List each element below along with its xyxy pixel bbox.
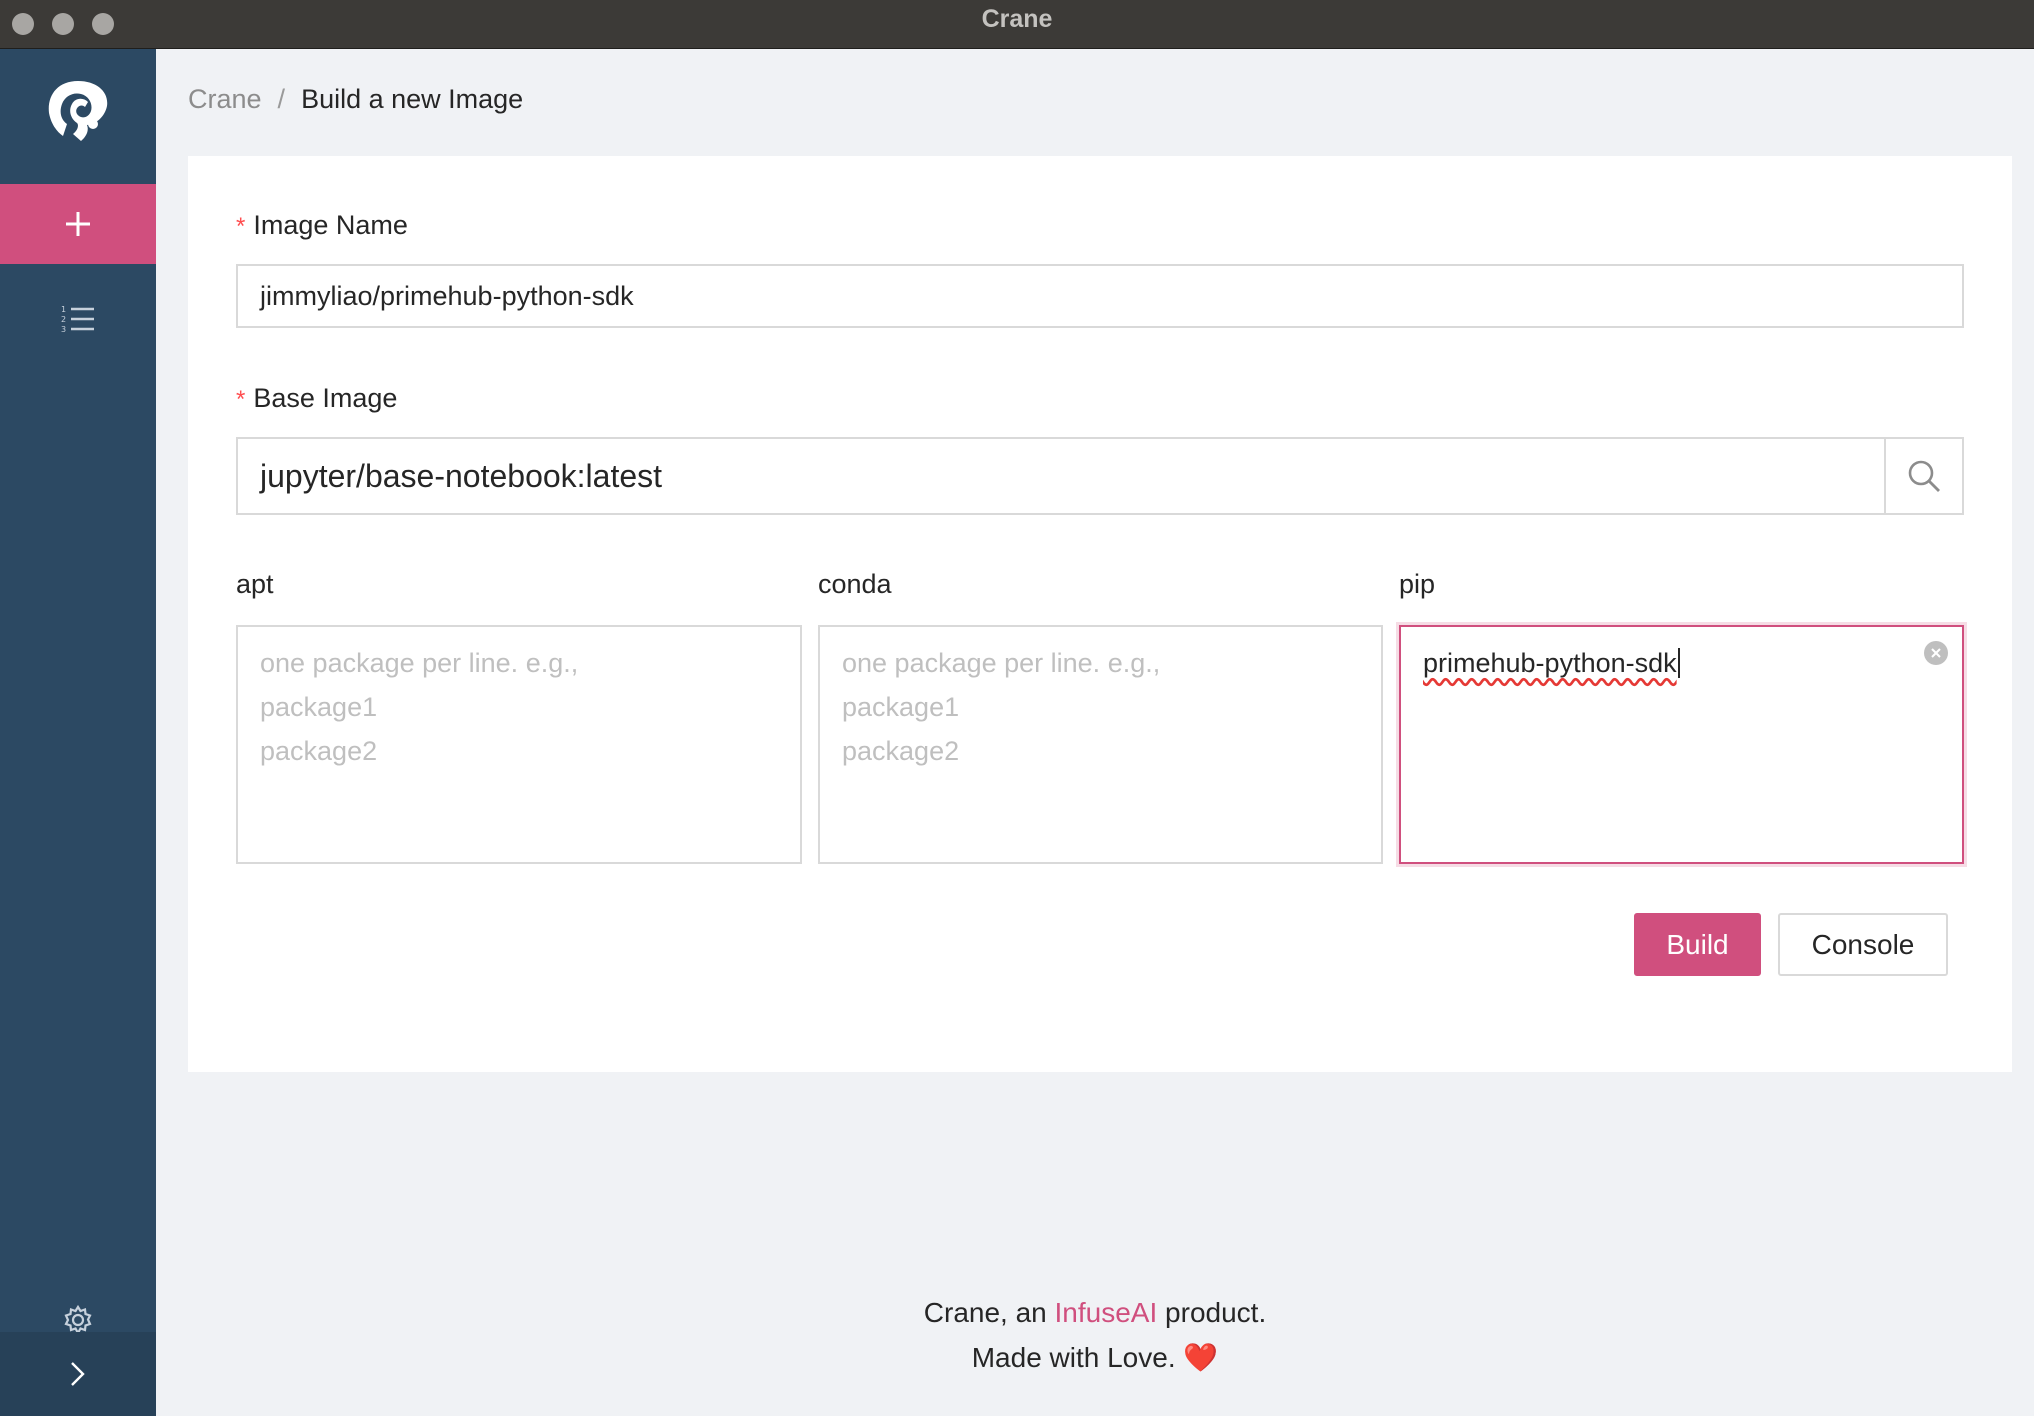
image-name-input[interactable]: jimmyliao/primehub-python-sdk (236, 264, 1964, 328)
apt-textarea[interactable]: one package per line. e.g., package1 pac… (236, 625, 802, 864)
window-title: Crane (981, 5, 1053, 33)
base-image-search-button[interactable] (1884, 437, 1964, 515)
window-titlebar: Crane (0, 0, 2034, 49)
conda-textarea[interactable]: one package per line. e.g., package1 pac… (818, 625, 1383, 864)
image-name-label: * Image Name (236, 210, 408, 241)
infuseai-link[interactable]: InfuseAI (1055, 1297, 1158, 1328)
heart-icon: ❤️ (1183, 1342, 1219, 1373)
base-image-label: * Base Image (236, 383, 397, 414)
chevron-right-icon (71, 1362, 85, 1386)
required-mark: * (236, 213, 246, 240)
svg-text:3: 3 (61, 325, 66, 333)
console-button[interactable]: Console (1778, 913, 1948, 976)
ordered-list-icon: 1 2 3 (61, 305, 94, 333)
crane-logo-icon[interactable] (45, 76, 111, 146)
svg-text:1: 1 (61, 305, 66, 314)
footer-line-1: Crane, an InfuseAI product. (156, 1297, 2034, 1329)
clear-icon[interactable] (1924, 641, 1948, 665)
sidebar-item-new-image[interactable] (0, 184, 156, 264)
footer-suffix: product. (1157, 1297, 1267, 1328)
base-image-value: jupyter/base-notebook:latest (260, 457, 663, 494)
svg-text:2: 2 (61, 315, 66, 324)
search-icon (1908, 460, 1940, 492)
pip-label: pip (1399, 569, 1436, 599)
base-image-input[interactable]: jupyter/base-notebook:latest (236, 437, 1886, 515)
build-button[interactable]: Build (1634, 913, 1761, 976)
plus-icon (66, 212, 90, 236)
footer-prefix: Crane, an (923, 1297, 1055, 1328)
breadcrumb-separator: / (277, 84, 286, 114)
breadcrumb-current: Build a new Image (301, 84, 524, 114)
pip-value: primehub-python-sdk (1423, 648, 1680, 678)
footer-line-2: Made with Love. ❤️ (156, 1341, 2034, 1374)
sidebar: 1 2 3 (0, 49, 156, 1416)
conda-placeholder: one package per line. e.g., package1 pac… (842, 648, 1161, 766)
required-mark: * (236, 386, 246, 413)
pip-textarea[interactable]: primehub-python-sdk (1399, 625, 1964, 864)
image-name-value: jimmyliao/primehub-python-sdk (260, 280, 634, 311)
sidebar-collapse-button[interactable] (0, 1332, 156, 1416)
apt-placeholder: one package per line. e.g., package1 pac… (260, 648, 579, 766)
conda-label: conda (818, 569, 892, 599)
footer-love-text: Made with Love. (971, 1342, 1184, 1373)
base-image-label-text: Base Image (253, 383, 398, 413)
breadcrumb-root-link[interactable]: Crane (188, 84, 262, 114)
breadcrumb: Crane / Build a new Image (188, 84, 523, 115)
apt-label: apt (236, 569, 274, 599)
sidebar-item-image-list[interactable]: 1 2 3 (0, 278, 156, 358)
image-name-label-text: Image Name (253, 210, 408, 240)
build-image-form: * Image Name jimmyliao/primehub-python-sd… (188, 156, 2012, 1072)
